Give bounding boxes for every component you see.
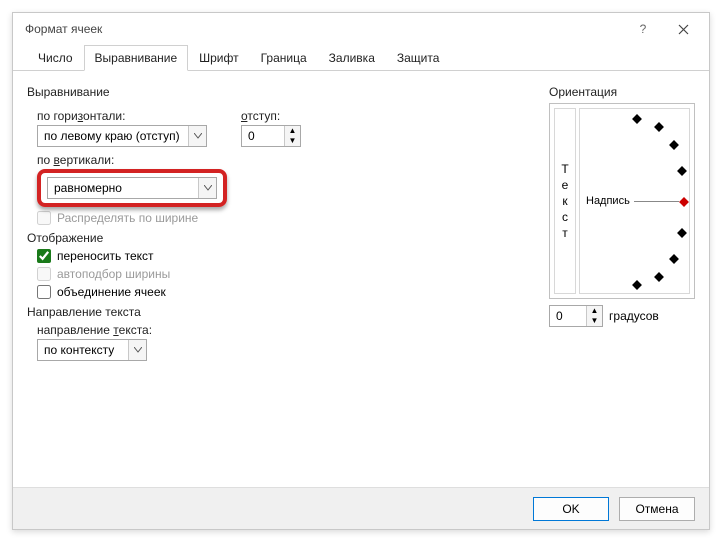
textdir-value: по контексту (38, 343, 128, 357)
orientation-indicator-line (634, 201, 679, 202)
merge-cells-input[interactable] (37, 285, 51, 299)
display-group-title: Отображение (27, 231, 525, 245)
horizontal-select[interactable]: по левому краю (отступ) (37, 125, 207, 147)
shrink-fit-input (37, 267, 51, 281)
wrap-text-checkbox[interactable]: переносить текст (37, 249, 525, 263)
tab-protection[interactable]: Защита (386, 45, 451, 71)
close-button[interactable] (663, 15, 703, 43)
vertical-value: равномерно (48, 181, 198, 195)
spin-down-icon[interactable]: ▼ (285, 136, 300, 146)
textdir-label: направление текста: (37, 323, 525, 337)
orientation-vertical-text-button[interactable]: Т е к с т (554, 108, 576, 294)
chevron-down-icon (198, 178, 216, 198)
vertical-select[interactable]: равномерно (47, 177, 217, 199)
wrap-text-input[interactable] (37, 249, 51, 263)
vertical-label: по вертикали: (37, 153, 525, 167)
alignment-group-title: Выравнивание (27, 85, 525, 99)
indent-spinner[interactable]: ▲ ▼ (241, 125, 301, 147)
justify-distributed-input (37, 211, 51, 225)
format-cells-dialog: Формат ячеек ? Число Выравнивание Шрифт … (12, 12, 710, 530)
merge-cells-label: объединение ячеек (57, 285, 166, 299)
indent-label: отступ: (241, 109, 301, 123)
justify-distributed-checkbox: Распределять по ширине (37, 211, 525, 225)
dialog-footer: OK Отмена (13, 487, 709, 529)
horizontal-value: по левому краю (отступ) (38, 129, 188, 143)
spin-down-icon[interactable]: ▼ (587, 316, 602, 326)
spin-up-icon[interactable]: ▲ (587, 306, 602, 316)
shrink-fit-label: автоподбор ширины (57, 267, 170, 281)
orientation-box: Т е к с т Надпись (549, 103, 695, 299)
degrees-spinner[interactable]: ▲ ▼ (549, 305, 603, 327)
cancel-button[interactable]: Отмена (619, 497, 695, 521)
main-panel: Выравнивание по горизонтали: по левому к… (27, 79, 525, 363)
tab-alignment[interactable]: Выравнивание (84, 45, 189, 71)
tab-font[interactable]: Шрифт (188, 45, 249, 71)
tab-strip: Число Выравнивание Шрифт Граница Заливка… (13, 45, 709, 71)
spin-up-icon[interactable]: ▲ (285, 126, 300, 136)
shrink-fit-checkbox: автоподбор ширины (37, 267, 525, 281)
tab-fill[interactable]: Заливка (318, 45, 386, 71)
wrap-text-label: переносить текст (57, 249, 154, 263)
chevron-down-icon (188, 126, 206, 146)
textdir-group-title: Направление текста (27, 305, 525, 319)
chevron-down-icon (128, 340, 146, 360)
help-button[interactable]: ? (623, 15, 663, 43)
orientation-panel: Ориентация Т е к с т Надпись (549, 79, 695, 363)
dialog-title: Формат ячеек (25, 22, 623, 36)
tab-number[interactable]: Число (27, 45, 84, 71)
orientation-dial-label: Надпись (586, 195, 630, 207)
degrees-input[interactable] (550, 306, 586, 326)
textdir-select[interactable]: по контексту (37, 339, 147, 361)
tab-border[interactable]: Граница (250, 45, 318, 71)
orientation-dial[interactable]: Надпись (579, 108, 690, 294)
orientation-group-title: Ориентация (549, 85, 695, 99)
indent-input[interactable] (242, 126, 284, 146)
merge-cells-checkbox[interactable]: объединение ячеек (37, 285, 525, 299)
titlebar: Формат ячеек ? (13, 13, 709, 45)
degrees-label: градусов (609, 309, 659, 323)
vertical-highlight: равномерно (37, 169, 227, 207)
ok-button[interactable]: OK (533, 497, 609, 521)
justify-distributed-label: Распределять по ширине (57, 211, 198, 225)
horizontal-label: по горизонтали: (37, 109, 219, 123)
